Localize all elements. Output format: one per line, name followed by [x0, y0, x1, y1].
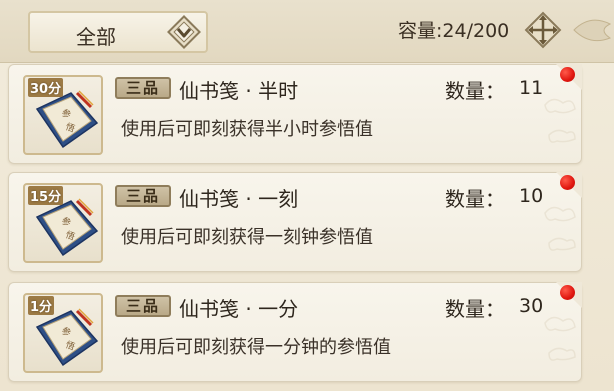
filter-label: 全部	[76, 25, 116, 49]
inventory-item-card[interactable]: 30分 参 悟 三品 仙书笺 · 半时 数量： 11 使用后可即刻获得半小时参悟…	[8, 64, 582, 164]
scroll-book-icon: 参 悟	[35, 198, 99, 257]
item-quantity-label: 数量：	[445, 187, 505, 211]
item-rank-badge: 三品	[115, 77, 171, 99]
cloud-pattern-icon	[544, 206, 576, 251]
item-name: 仙书笺 · 一分	[179, 297, 299, 321]
item-rank-badge: 三品	[115, 185, 171, 207]
item-quantity-label: 数量：	[445, 79, 505, 103]
inventory-header: 全部 容量:24/200	[0, 0, 614, 63]
capacity-value: 24/200	[442, 20, 510, 42]
item-description: 使用后可即刻获得一分钟的参悟值	[121, 337, 391, 358]
item-quantity: 30	[519, 295, 544, 317]
capacity-label: 容量:	[398, 20, 443, 42]
item-description: 使用后可即刻获得半小时参悟值	[121, 119, 373, 140]
category-filter-dropdown[interactable]: 全部	[28, 11, 208, 53]
item-duration-tag: 30分	[28, 78, 64, 97]
cloud-pattern-icon	[544, 316, 576, 361]
item-name: 仙书笺 · 半时	[179, 79, 299, 103]
expand-arrows-icon[interactable]	[522, 9, 564, 51]
inventory-item-card[interactable]: 1分 参 悟 三品 仙书笺 · 一分 数量： 30 使用后可即刻获得一分钟的参悟…	[8, 282, 582, 382]
corner-ornament-icon	[573, 19, 612, 42]
inventory-item-card[interactable]: 15分 参 悟 三品 仙书笺 · 一刻 数量： 10 使用后可即刻获得一刻钟参悟…	[8, 172, 582, 272]
item-duration-tag: 15分	[28, 186, 64, 205]
item-quantity: 10	[519, 185, 544, 207]
item-thumbnail[interactable]: 30分 参 悟	[23, 75, 103, 155]
item-quantity: 11	[519, 77, 544, 99]
item-duration-tag: 1分	[28, 296, 55, 315]
item-quantity-label: 数量：	[445, 297, 505, 321]
item-rank-badge: 三品	[115, 295, 171, 317]
item-thumbnail[interactable]: 1分 参 悟	[23, 293, 103, 373]
cloud-pattern-icon	[544, 98, 576, 143]
notification-dot	[560, 175, 575, 190]
capacity-indicator: 容量:24/200	[398, 16, 509, 43]
scroll-book-icon: 参 悟	[35, 308, 99, 367]
item-thumbnail[interactable]: 15分 参 悟	[23, 183, 103, 263]
inventory-panel: 全部 容量:24/200 30分 参 悟 三品 仙书笺 · 半时 数量： 11 …	[0, 0, 614, 391]
scroll-book-icon: 参 悟	[35, 90, 99, 149]
notification-dot	[560, 67, 575, 82]
item-name: 仙书笺 · 一刻	[179, 187, 299, 211]
item-description: 使用后可即刻获得一刻钟参悟值	[121, 227, 373, 248]
chevron-down-icon[interactable]	[166, 14, 202, 50]
notification-dot	[560, 285, 575, 300]
